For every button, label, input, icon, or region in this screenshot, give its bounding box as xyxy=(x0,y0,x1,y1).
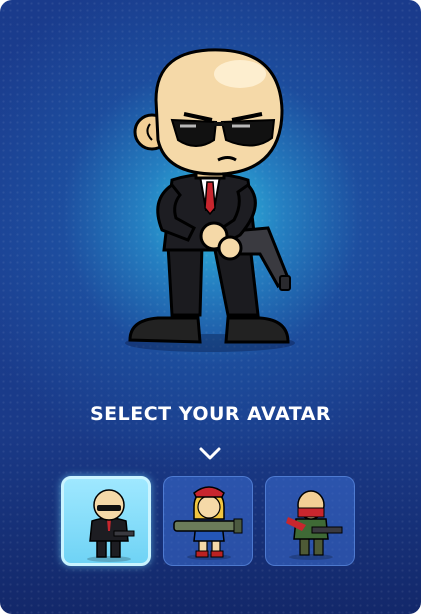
avatar-select-screen: SELECT YOUR AVATAR xyxy=(0,0,421,614)
selected-avatar-preview xyxy=(125,48,295,352)
agent-avatar-icon xyxy=(87,489,135,562)
commando-avatar-icon xyxy=(286,490,343,560)
avatar-option-agent[interactable] xyxy=(61,476,151,566)
bazooka-girl-avatar-icon xyxy=(173,486,243,560)
chevron-down-icon xyxy=(199,447,221,460)
page-title: SELECT YOUR AVATAR xyxy=(89,403,332,425)
avatar-option-commando[interactable] xyxy=(265,476,355,566)
avatar-option-bazooka-girl[interactable] xyxy=(163,476,253,566)
